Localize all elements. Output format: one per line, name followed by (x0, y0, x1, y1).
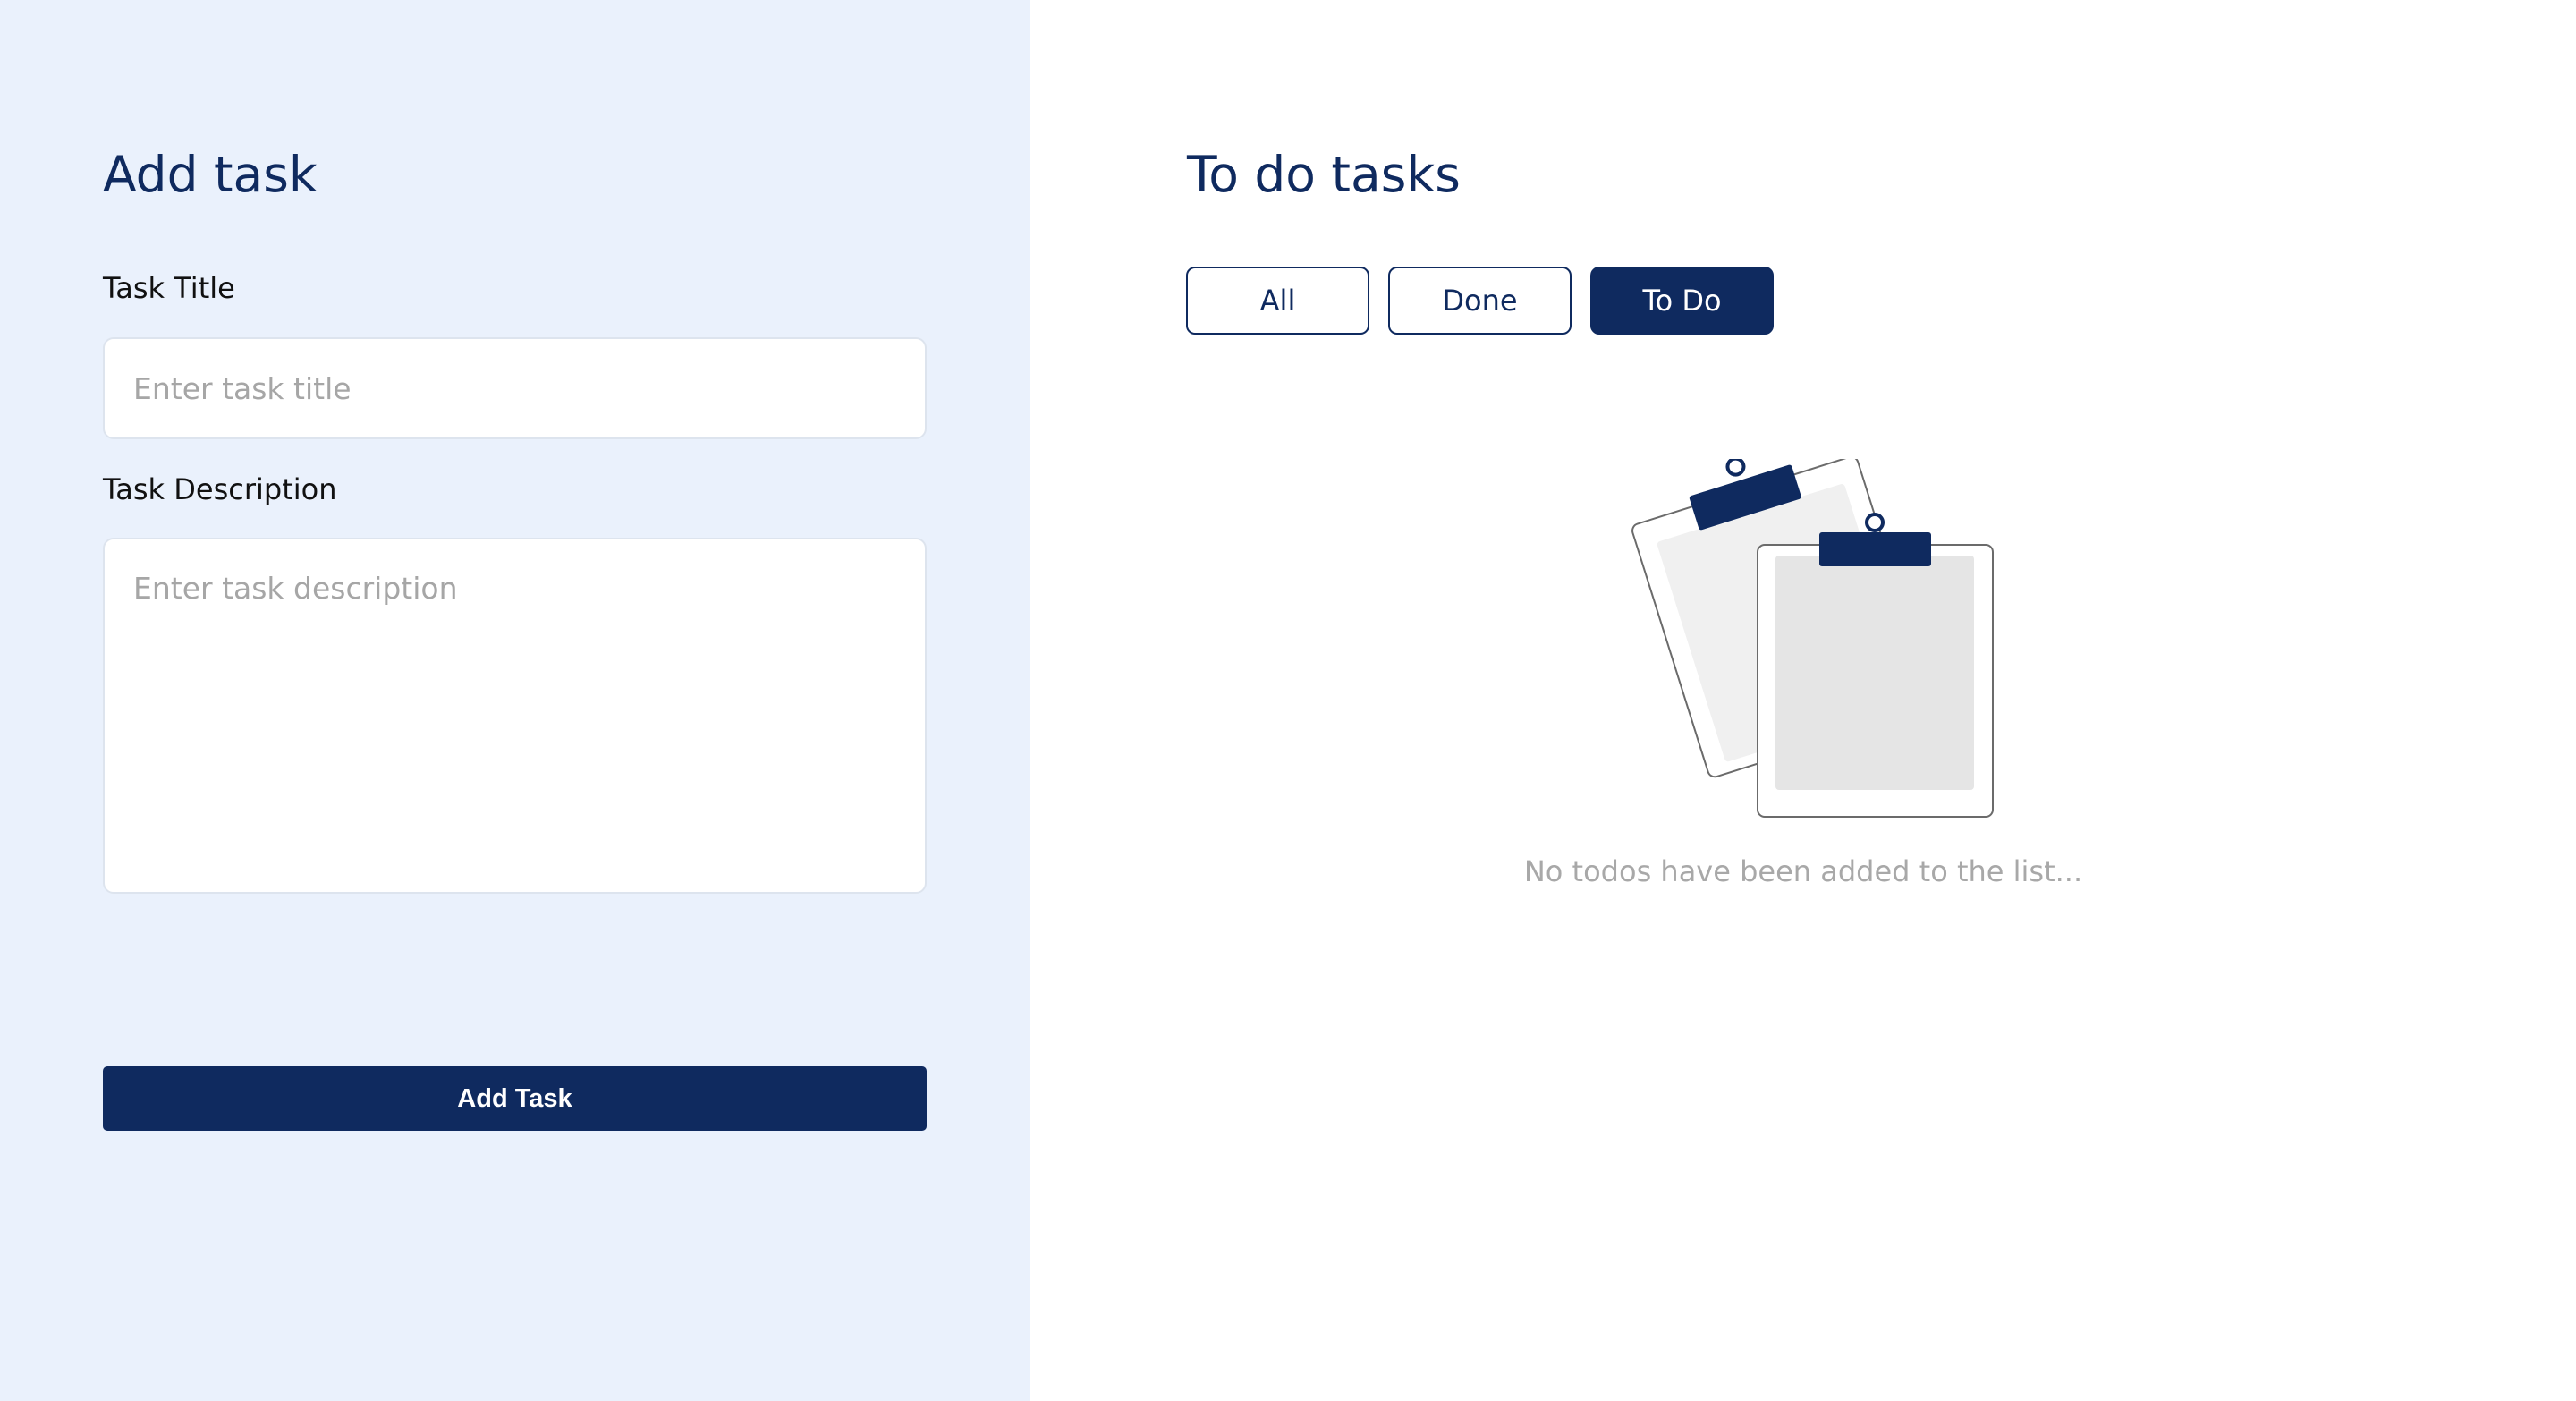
add-task-panel: Add task Task Title Task Description Add… (0, 0, 1030, 1401)
filter-todo-button[interactable]: To Do (1590, 267, 1774, 335)
empty-state (1614, 455, 1999, 830)
todo-tasks-heading: To do tasks (1187, 146, 1461, 203)
filter-done-button[interactable]: Done (1388, 267, 1572, 335)
todo-app: Add task Task Title Task Description Add… (0, 0, 2576, 1401)
empty-state-message: No todos have been added to the list... (1523, 854, 2083, 888)
task-title-input[interactable] (103, 337, 927, 439)
clipboards-empty-icon (1631, 455, 1994, 818)
add-task-heading: Add task (103, 146, 318, 203)
task-description-textarea[interactable] (103, 538, 927, 894)
add-task-button[interactable]: Add Task (103, 1066, 927, 1131)
task-title-label: Task Title (103, 271, 235, 305)
task-description-label: Task Description (103, 472, 337, 506)
filter-all-button[interactable]: All (1186, 267, 1369, 335)
